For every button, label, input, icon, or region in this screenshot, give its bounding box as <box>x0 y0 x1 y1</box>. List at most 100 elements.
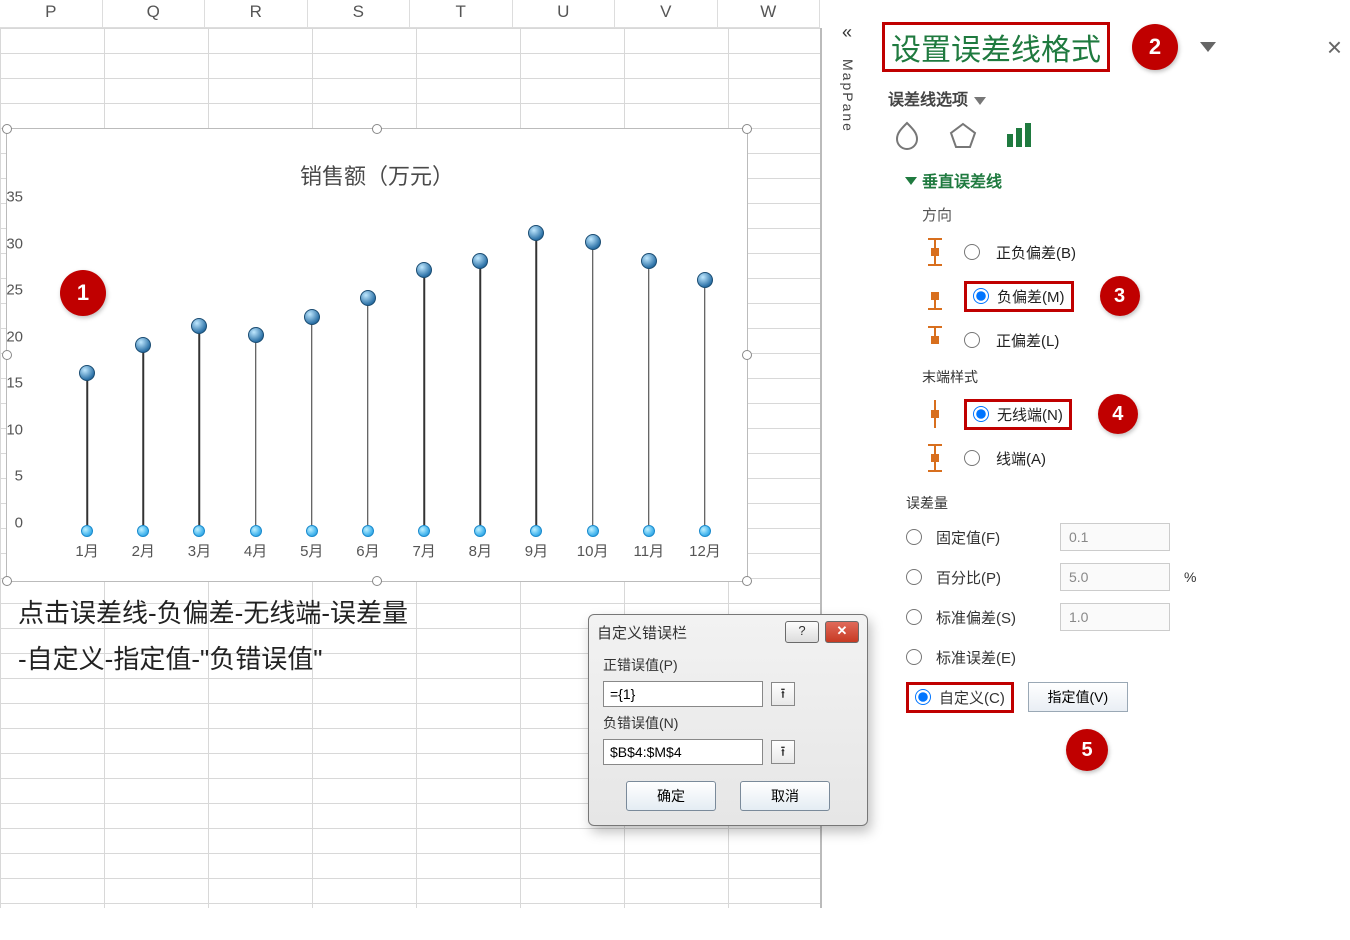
error-bar[interactable] <box>255 335 257 531</box>
data-marker[interactable] <box>304 309 320 325</box>
data-marker[interactable] <box>135 337 151 353</box>
radio-plus[interactable] <box>964 332 980 348</box>
base-marker[interactable] <box>699 525 711 537</box>
custom-error-dialog[interactable]: 自定义错误栏 ? ✕ 正错误值(P) ⭱ 负错误值(N) ⭱ 确定 取消 <box>588 614 868 826</box>
label-stdev[interactable]: 标准偏差(S) <box>936 607 1046 628</box>
label-custom[interactable]: 自定义(C) <box>939 687 1005 708</box>
base-marker[interactable] <box>643 525 655 537</box>
callout-badge-3: 3 <box>1100 276 1140 316</box>
chart-handle[interactable] <box>2 124 12 134</box>
col-T[interactable]: T <box>410 0 513 28</box>
base-marker[interactable] <box>81 525 93 537</box>
plot-area[interactable]: 05101520253035 1月2月3月4月5月6月7月8月9月10月11月1… <box>59 205 733 531</box>
base-marker[interactable] <box>250 525 262 537</box>
error-bar[interactable] <box>704 280 706 531</box>
pane-options-dropdown-icon[interactable] <box>1200 42 1216 52</box>
data-marker[interactable] <box>585 234 601 250</box>
neg-error-input[interactable] <box>603 739 763 765</box>
chart-area[interactable]: 销售额（万元） 05101520253035 1月2月3月4月5月6月7月8月9… <box>6 128 748 582</box>
error-bar[interactable] <box>199 326 201 531</box>
pane-tabs <box>892 120 1342 150</box>
radio-stdev[interactable] <box>906 609 922 625</box>
chart-handle[interactable] <box>2 576 12 586</box>
chart-handle[interactable] <box>372 124 382 134</box>
error-bar[interactable] <box>143 345 145 531</box>
error-bar[interactable] <box>86 373 88 531</box>
base-marker[interactable] <box>193 525 205 537</box>
data-marker[interactable] <box>248 327 264 343</box>
base-marker[interactable] <box>474 525 486 537</box>
chart-handle[interactable] <box>372 576 382 586</box>
label-both[interactable]: 正负偏差(B) <box>996 242 1076 263</box>
chart-handle[interactable] <box>742 350 752 360</box>
col-Q[interactable]: Q <box>103 0 206 28</box>
ok-button[interactable]: 确定 <box>626 781 716 811</box>
value-fixed[interactable]: 0.1 <box>1060 523 1170 551</box>
label-fixed[interactable]: 固定值(F) <box>936 527 1046 548</box>
dialog-title: 自定义错误栏 <box>597 622 687 643</box>
data-marker[interactable] <box>416 262 432 278</box>
label-minus[interactable]: 负偏差(M) <box>997 286 1065 307</box>
pane-close-icon[interactable]: × <box>1327 32 1342 63</box>
col-S[interactable]: S <box>308 0 411 28</box>
effects-tab-icon[interactable] <box>948 120 978 150</box>
chart-handle[interactable] <box>2 350 12 360</box>
col-R[interactable]: R <box>205 0 308 28</box>
pos-error-input[interactable] <box>603 681 763 707</box>
chart-handle[interactable] <box>742 576 752 586</box>
radio-stderr[interactable] <box>906 649 922 665</box>
radio-cap[interactable] <box>964 450 980 466</box>
data-marker[interactable] <box>360 290 376 306</box>
mappane-collapse-icon[interactable]: « <box>832 22 862 43</box>
col-U[interactable]: U <box>513 0 616 28</box>
cancel-button[interactable]: 取消 <box>740 781 830 811</box>
data-marker[interactable] <box>697 272 713 288</box>
data-marker[interactable] <box>528 225 544 241</box>
label-cap[interactable]: 线端(A) <box>996 448 1046 469</box>
dialog-help-button[interactable]: ? <box>785 621 819 643</box>
radio-minus[interactable] <box>973 288 989 304</box>
error-bar[interactable] <box>480 261 482 531</box>
data-marker[interactable] <box>641 253 657 269</box>
error-bar[interactable] <box>592 242 594 531</box>
pos-range-picker[interactable]: ⭱ <box>771 682 795 706</box>
radio-percent[interactable] <box>906 569 922 585</box>
error-bar[interactable] <box>311 317 313 531</box>
radio-custom[interactable] <box>915 689 931 705</box>
error-bar[interactable] <box>648 261 650 531</box>
radio-fixed[interactable] <box>906 529 922 545</box>
label-percent[interactable]: 百分比(P) <box>936 567 1046 588</box>
neg-range-picker[interactable]: ⭱ <box>771 740 795 764</box>
section-vertical-error-bar[interactable]: 垂直误差线 <box>906 168 1342 192</box>
error-bar[interactable] <box>423 270 425 531</box>
value-stdev[interactable]: 1.0 <box>1060 603 1170 631</box>
col-P[interactable]: P <box>0 0 103 28</box>
label-nocap[interactable]: 无线端(N) <box>997 404 1063 425</box>
data-marker[interactable] <box>191 318 207 334</box>
base-marker[interactable] <box>137 525 149 537</box>
base-marker[interactable] <box>530 525 542 537</box>
col-V[interactable]: V <box>615 0 718 28</box>
data-marker[interactable] <box>472 253 488 269</box>
chart-handle[interactable] <box>742 124 752 134</box>
radio-nocap[interactable] <box>973 406 989 422</box>
mappane-label[interactable]: MapPane <box>840 59 856 133</box>
error-bar[interactable] <box>367 298 369 531</box>
data-marker[interactable] <box>79 365 95 381</box>
error-bar[interactable] <box>536 233 538 531</box>
base-marker[interactable] <box>418 525 430 537</box>
col-W[interactable]: W <box>718 0 821 28</box>
series-options-tab-icon[interactable] <box>1004 120 1034 150</box>
fill-line-tab-icon[interactable] <box>892 120 922 150</box>
specify-value-button[interactable]: 指定值(V) <box>1028 682 1128 712</box>
base-marker[interactable] <box>306 525 318 537</box>
base-marker[interactable] <box>587 525 599 537</box>
label-plus[interactable]: 正偏差(L) <box>996 330 1059 351</box>
base-marker[interactable] <box>362 525 374 537</box>
dialog-close-button[interactable]: ✕ <box>825 621 859 643</box>
radio-both[interactable] <box>964 244 980 260</box>
pane-subtitle[interactable]: 误差线选项 <box>888 86 1342 110</box>
value-percent[interactable]: 5.0 <box>1060 563 1170 591</box>
label-stderr[interactable]: 标准误差(E) <box>936 647 1046 668</box>
chart-title[interactable]: 销售额（万元） <box>7 159 747 191</box>
